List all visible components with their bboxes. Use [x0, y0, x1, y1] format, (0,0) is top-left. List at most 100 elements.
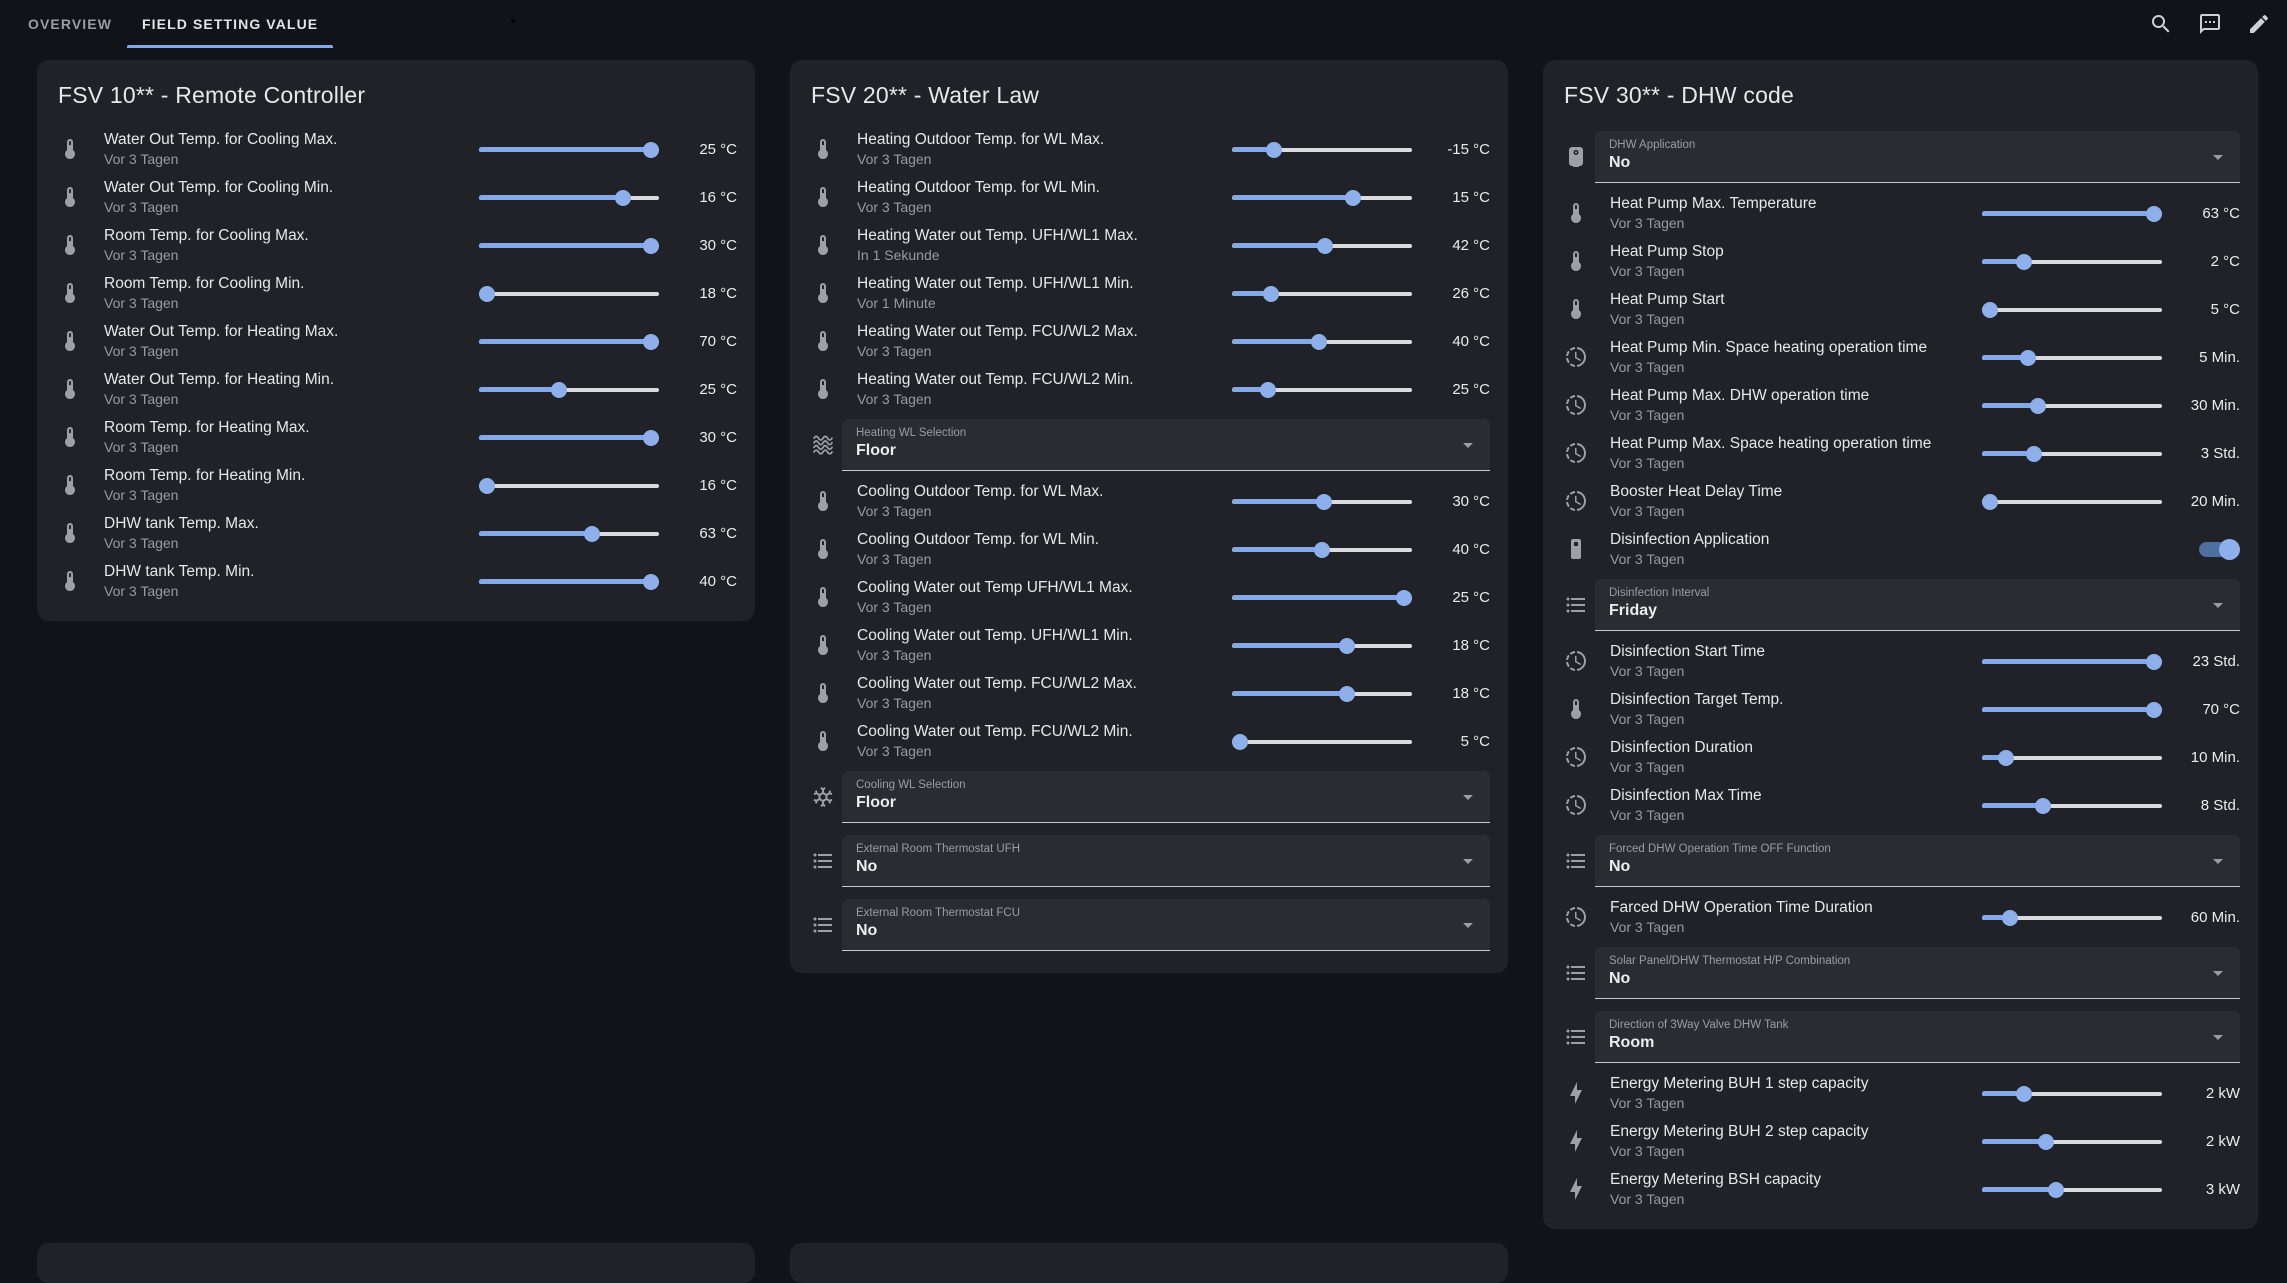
slider[interactable] — [1232, 733, 1412, 750]
slider-knob[interactable] — [1266, 142, 1282, 158]
slider[interactable] — [1232, 333, 1412, 350]
edit-icon[interactable] — [2247, 12, 2271, 36]
slider-knob[interactable] — [1316, 494, 1332, 510]
slider-knob[interactable] — [2026, 446, 2042, 462]
slider-knob[interactable] — [479, 286, 495, 302]
slider-knob[interactable] — [2048, 1182, 2064, 1198]
slider[interactable] — [479, 141, 659, 158]
slider[interactable] — [1982, 701, 2162, 718]
chevron-down-icon — [2206, 145, 2230, 169]
setting-texts: Heat Pump Max. Space heating operation t… — [1610, 434, 1982, 472]
slider[interactable] — [1982, 349, 2162, 366]
slider[interactable] — [1232, 285, 1412, 302]
setting-texts: Heat Pump StopVor 3 Tagen — [1610, 242, 1982, 280]
slider-knob[interactable] — [643, 574, 659, 590]
select-field[interactable]: Solar Panel/DHW Thermostat H/P Combinati… — [1595, 947, 2240, 999]
slider[interactable] — [1232, 237, 1412, 254]
slider-knob[interactable] — [1339, 638, 1355, 654]
slider[interactable] — [1982, 1085, 2162, 1102]
slider-knob[interactable] — [1311, 334, 1327, 350]
slider[interactable] — [1232, 685, 1412, 702]
slider-knob[interactable] — [584, 526, 600, 542]
slider[interactable] — [479, 285, 659, 302]
slider[interactable] — [1232, 589, 1412, 606]
slider-knob[interactable] — [2146, 206, 2162, 222]
select-field[interactable]: Direction of 3Way Valve DHW TankRoom — [1595, 1011, 2240, 1063]
slider[interactable] — [1982, 397, 2162, 414]
slider-knob[interactable] — [643, 334, 659, 350]
select-field[interactable]: Disinfection IntervalFriday — [1595, 579, 2240, 631]
slider-knob[interactable] — [1317, 238, 1333, 254]
tab-overview[interactable]: OVERVIEW — [13, 0, 127, 48]
slider-knob[interactable] — [2002, 910, 2018, 926]
slider-knob[interactable] — [1982, 494, 1998, 510]
slider-knob[interactable] — [643, 142, 659, 158]
slider-knob[interactable] — [1998, 750, 2014, 766]
slider[interactable] — [1232, 141, 1412, 158]
slider-knob[interactable] — [2146, 702, 2162, 718]
slider-knob[interactable] — [2146, 654, 2162, 670]
slider-knob[interactable] — [1982, 302, 1998, 318]
slider-knob[interactable] — [1260, 382, 1276, 398]
slider-knob[interactable] — [2038, 1134, 2054, 1150]
slider-knob[interactable] — [2016, 254, 2032, 270]
slider[interactable] — [1232, 637, 1412, 654]
setting-last-changed: Vor 3 Tagen — [1610, 503, 1982, 520]
setting-label: Farced DHW Operation Time Duration — [1610, 898, 1982, 917]
slider-knob[interactable] — [2020, 350, 2036, 366]
slider[interactable] — [1232, 381, 1412, 398]
slider[interactable] — [1232, 189, 1412, 206]
slider[interactable] — [479, 381, 659, 398]
slider-knob[interactable] — [2030, 398, 2046, 414]
slider[interactable] — [1982, 253, 2162, 270]
slider[interactable] — [1982, 445, 2162, 462]
setting-last-changed: Vor 3 Tagen — [1610, 263, 1982, 280]
slider-knob[interactable] — [2035, 798, 2051, 814]
slider[interactable] — [1982, 1181, 2162, 1198]
slider[interactable] — [479, 429, 659, 446]
select-field[interactable]: External Room Thermostat UFHNo — [842, 835, 1490, 887]
setting-label: Heat Pump Max. Space heating operation t… — [1610, 434, 1982, 453]
tab-field-setting-value[interactable]: FIELD SETTING VALUE — [127, 0, 333, 48]
thermometer-icon — [811, 729, 835, 753]
slider[interactable] — [1982, 653, 2162, 670]
slider-knob[interactable] — [1232, 734, 1248, 750]
slider-knob[interactable] — [1339, 686, 1355, 702]
setting-last-changed: Vor 3 Tagen — [1610, 311, 1982, 328]
slider[interactable] — [1232, 493, 1412, 510]
slider[interactable] — [1982, 749, 2162, 766]
assist-icon[interactable] — [2198, 12, 2222, 36]
select-field[interactable]: Cooling WL SelectionFloor — [842, 771, 1490, 823]
slider[interactable] — [479, 477, 659, 494]
slider[interactable] — [1982, 493, 2162, 510]
slider[interactable] — [1232, 541, 1412, 558]
select-field[interactable]: Heating WL SelectionFloor — [842, 419, 1490, 471]
slider-row: Water Out Temp. for Cooling Min.Vor 3 Ta… — [55, 173, 737, 221]
select-field[interactable]: External Room Thermostat FCUNo — [842, 899, 1490, 951]
slider-knob[interactable] — [551, 382, 567, 398]
slider-knob[interactable] — [2016, 1086, 2032, 1102]
slider[interactable] — [1982, 205, 2162, 222]
slider-knob[interactable] — [643, 238, 659, 254]
slider[interactable] — [1982, 797, 2162, 814]
slider-knob[interactable] — [1396, 590, 1412, 606]
slider[interactable] — [1982, 1133, 2162, 1150]
slider[interactable] — [479, 525, 659, 542]
slider[interactable] — [1982, 301, 2162, 318]
select-field[interactable]: DHW ApplicationNo — [1595, 131, 2240, 183]
select-field[interactable]: Forced DHW Operation Time OFF FunctionNo — [1595, 835, 2240, 887]
slider-knob[interactable] — [479, 478, 495, 494]
search-icon[interactable] — [2149, 12, 2173, 36]
slider[interactable] — [479, 333, 659, 350]
slider-knob[interactable] — [1345, 190, 1361, 206]
slider-knob[interactable] — [615, 190, 631, 206]
slider-knob[interactable] — [1314, 542, 1330, 558]
slider[interactable] — [479, 237, 659, 254]
slider-knob[interactable] — [1263, 286, 1279, 302]
slider-knob[interactable] — [643, 430, 659, 446]
thermometer-icon — [811, 233, 835, 257]
slider[interactable] — [479, 573, 659, 590]
slider[interactable] — [479, 189, 659, 206]
slider[interactable] — [1982, 909, 2162, 926]
toggle-switch[interactable] — [2198, 538, 2240, 561]
